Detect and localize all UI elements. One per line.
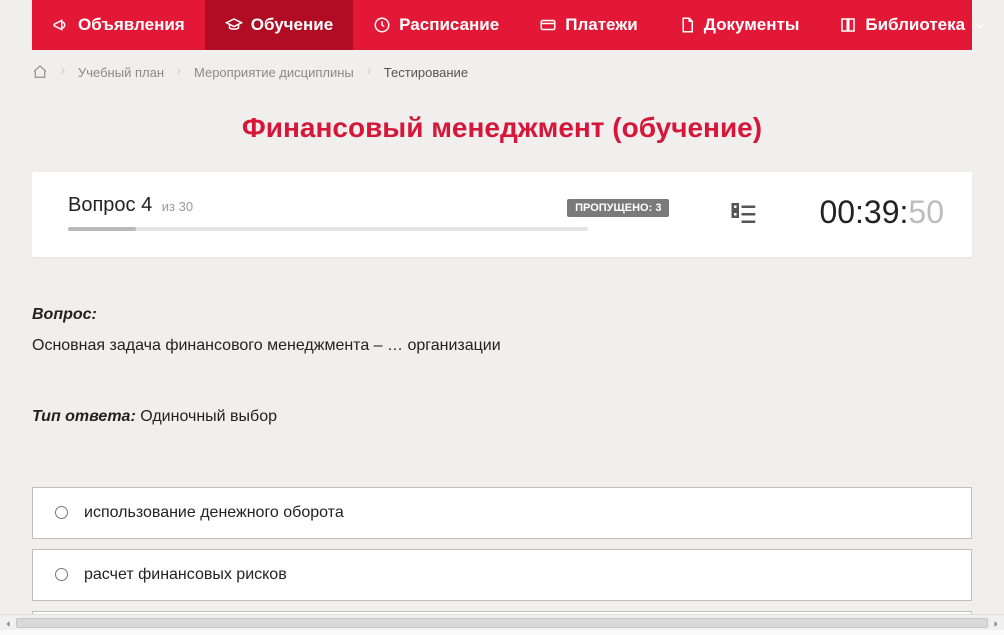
breadcrumb-item-current: Тестирование: [384, 65, 468, 80]
question-label: Вопрос:: [32, 306, 97, 323]
answer-text: использование денежного оборота: [84, 504, 344, 522]
breadcrumb-item[interactable]: Учебный план: [78, 65, 164, 80]
page-title: Финансовый менеджмент (обучение): [32, 112, 972, 144]
nav-tab-documents[interactable]: Документы: [658, 0, 820, 50]
megaphone-icon: [52, 16, 70, 34]
chevron-right-icon: [58, 65, 68, 79]
answer-type-label: Тип ответа:: [32, 408, 136, 425]
progress-bar: [68, 227, 588, 231]
answer-type-row: Тип ответа: Одиночный выбор: [32, 403, 972, 430]
nav-label: Объявления: [78, 15, 185, 35]
nav-label: Расписание: [399, 15, 499, 35]
timer: 00:39:50: [819, 194, 944, 231]
main-nav: Объявления Обучение Расписание: [32, 0, 972, 50]
nav-tab-payments[interactable]: Платежи: [519, 0, 658, 50]
question-list-icon[interactable]: [729, 198, 759, 228]
quiz-status-card: Вопрос 4 из 30 ПРОПУЩЕНО: 3: [32, 172, 972, 257]
answer-text: расчет финансовых рисков: [84, 566, 287, 584]
breadcrumb: Учебный план Мероприятие дисциплины Тест…: [32, 50, 972, 90]
nav-label: Обучение: [251, 15, 333, 35]
question-label-row: Вопрос:: [32, 301, 972, 328]
question-text: Основная задача финансового менеджмента …: [32, 332, 972, 359]
nav-tab-schedule[interactable]: Расписание: [353, 0, 519, 50]
chevron-right-icon: [174, 65, 184, 79]
answer-radio[interactable]: [55, 506, 68, 519]
progress-fill: [68, 227, 136, 231]
scrollbar-thumb[interactable]: [16, 618, 988, 628]
document-icon: [678, 16, 696, 34]
breadcrumb-item[interactable]: Мероприятие дисциплины: [194, 65, 354, 80]
nav-tab-library[interactable]: Библиотека: [819, 0, 1004, 50]
nav-tab-learning[interactable]: Обучение: [205, 0, 353, 50]
book-icon: [839, 16, 857, 34]
home-icon[interactable]: [32, 64, 48, 80]
scroll-right-icon[interactable]: [990, 617, 1002, 629]
nav-label: Документы: [704, 15, 800, 35]
nav-tab-announcements[interactable]: Объявления: [32, 0, 205, 50]
card-icon: [539, 16, 557, 34]
answer-type-value: Одиночный выбор: [140, 408, 277, 425]
graduation-icon: [225, 16, 243, 34]
answer-option[interactable]: расчет финансовых рисков: [32, 549, 972, 601]
chevron-right-icon: [364, 65, 374, 79]
skipped-badge: ПРОПУЩЕНО: 3: [567, 199, 669, 217]
clock-icon: [373, 16, 391, 34]
scroll-left-icon[interactable]: [2, 617, 14, 629]
answer-radio[interactable]: [55, 568, 68, 581]
nav-label: Библиотека: [865, 15, 965, 35]
answers-list: использование денежного оборота расчет ф…: [32, 487, 972, 614]
question-counter: Вопрос 4 из 30: [68, 194, 193, 217]
chevron-down-icon: [973, 18, 987, 32]
nav-label: Платежи: [565, 15, 638, 35]
answer-option[interactable]: использование денежного оборота: [32, 487, 972, 539]
horizontal-scrollbar[interactable]: [0, 614, 1004, 630]
